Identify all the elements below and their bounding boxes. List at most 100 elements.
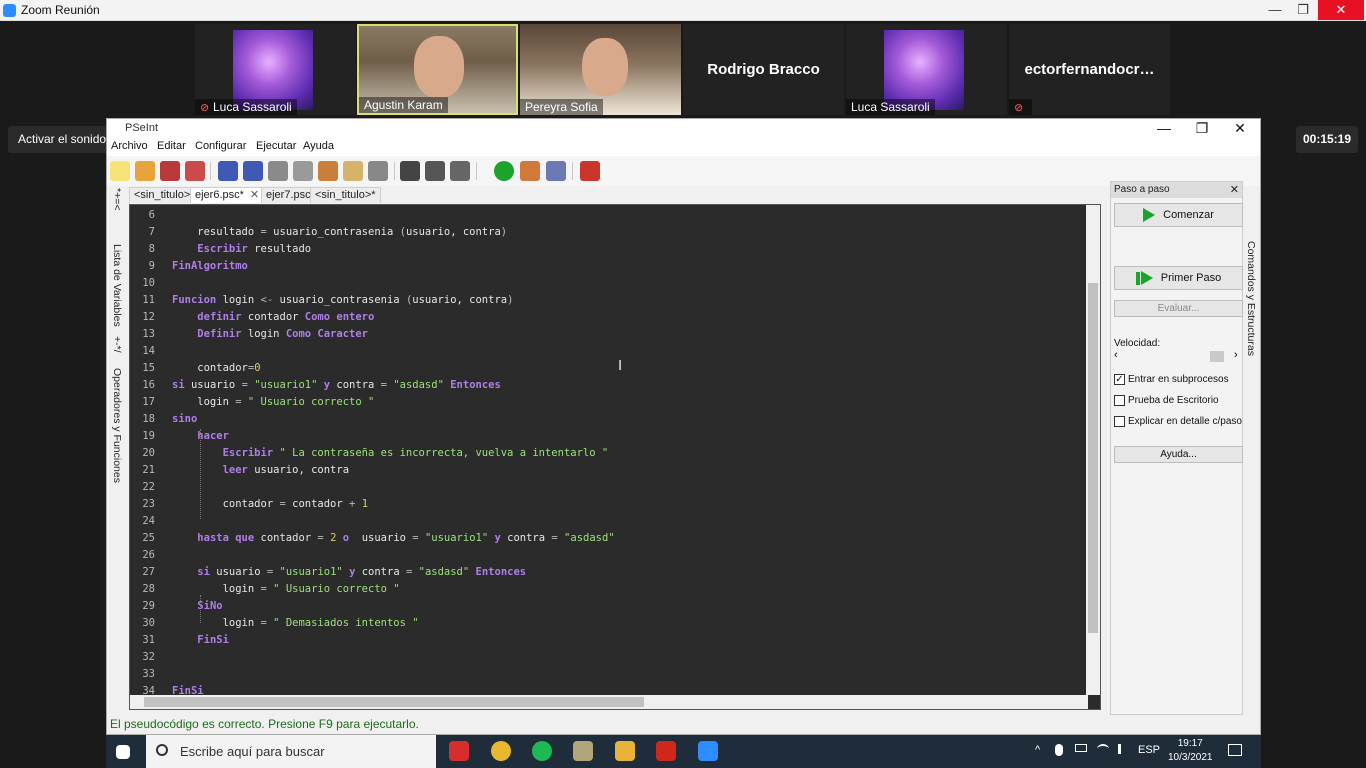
line-number: 24	[142, 515, 155, 527]
search-icon[interactable]	[368, 161, 388, 181]
code-line: FinSi	[197, 634, 229, 646]
participant-tile[interactable]: Rodrigo Bracco	[683, 24, 844, 115]
participant-tile[interactable]: Luca Sassaroli	[846, 24, 1007, 115]
spotify-icon[interactable]	[532, 741, 552, 761]
binoculars-icon[interactable]	[400, 161, 420, 181]
participant-tile[interactable]: ectorfernandocr… ⊘	[1009, 24, 1170, 115]
scroll-thumb[interactable]	[1088, 283, 1098, 633]
microphone-icon[interactable]	[1055, 744, 1063, 756]
menu-archivo[interactable]: Archivo	[111, 140, 148, 152]
checkbox[interactable]	[1114, 395, 1125, 406]
find-next-icon[interactable]	[425, 161, 445, 181]
pseint-taskbar-icon[interactable]	[573, 741, 593, 761]
zoom-maximize-button[interactable]: ❐	[1288, 0, 1318, 20]
taskbar-search[interactable]: Escribe aquí para buscar	[146, 735, 436, 768]
participant-name: Rodrigo Bracco	[707, 61, 820, 78]
checkbox[interactable]: ✓	[1114, 374, 1125, 385]
step-by-step-icon[interactable]	[520, 161, 540, 181]
windows-start-icon[interactable]	[116, 745, 130, 759]
first-step-button[interactable]: Primer Paso	[1114, 266, 1243, 290]
tab-sin-titulo-2[interactable]: <sin_titulo>*	[310, 187, 381, 203]
editor-vertical-scrollbar[interactable]	[1086, 205, 1100, 695]
flowchart-icon[interactable]	[546, 161, 566, 181]
close-icon[interactable]: ✕	[1230, 182, 1239, 198]
menu-configurar[interactable]: Configurar	[195, 140, 246, 152]
open-file-icon[interactable]	[135, 161, 155, 181]
chrome-icon[interactable]	[491, 741, 511, 761]
slider-left-arrow-icon[interactable]: ‹	[1114, 349, 1118, 361]
zoom-close-button[interactable]: ✕	[1318, 0, 1364, 20]
save-icon[interactable]	[160, 161, 180, 181]
help-button[interactable]: Ayuda...	[1114, 446, 1243, 463]
left-side-panel: *+=< Lista de Variables +-*/ Operadores …	[107, 186, 127, 726]
cut-icon[interactable]	[268, 161, 288, 181]
zoom-titlebar: Zoom Reunión — ❐ ✕	[0, 0, 1366, 21]
menu-editar[interactable]: Editar	[157, 140, 186, 152]
close-tab-icon[interactable]: ✕	[250, 189, 259, 201]
participant-tile[interactable]: Pereyra Sofia	[520, 24, 681, 115]
slider-thumb[interactable]	[1210, 351, 1224, 362]
pseint-close-button[interactable]: ✕	[1221, 119, 1259, 138]
notifications-icon[interactable]	[1228, 744, 1242, 756]
paste-icon[interactable]	[318, 161, 338, 181]
file-explorer-icon[interactable]	[615, 741, 635, 761]
volume-icon[interactable]	[1118, 744, 1128, 754]
undo-icon[interactable]	[218, 161, 238, 181]
redo-icon[interactable]	[243, 161, 263, 181]
tab-ejer7[interactable]: ejer7.psc	[261, 187, 316, 203]
participant-name: ⊘ Luca Sassaroli	[195, 99, 297, 115]
option-enter-subprocesses[interactable]: ✓ Entrar en subprocesos	[1114, 374, 1229, 385]
option-desk-check[interactable]: Prueba de Escritorio	[1114, 395, 1219, 406]
acrobat-icon[interactable]	[656, 741, 676, 761]
step-panel-header: Paso a paso ✕	[1111, 182, 1242, 198]
zoom-taskbar-icon[interactable]	[698, 741, 718, 761]
speed-slider[interactable]: ‹ ›	[1114, 349, 1240, 362]
pseint-maximize-button[interactable]: ❐	[1183, 119, 1221, 138]
step-icon	[1135, 271, 1140, 285]
language-indicator[interactable]: ESP	[1138, 744, 1160, 756]
editor-horizontal-scrollbar[interactable]	[130, 695, 1088, 709]
checkbox[interactable]	[1114, 416, 1125, 427]
run-icon[interactable]	[494, 161, 514, 181]
copy-icon[interactable]	[293, 161, 313, 181]
line-number: 23	[142, 498, 155, 510]
tab-sin-titulo-1[interactable]: <sin_titulo>	[129, 187, 196, 203]
search-icon	[156, 744, 168, 756]
line-number: 6	[148, 209, 155, 221]
participant-tile-active-speaker[interactable]: Agustin Karam	[357, 24, 518, 115]
tab-ejer6[interactable]: ejer6.psc* ✕	[190, 187, 265, 203]
help-icon[interactable]	[580, 161, 600, 181]
line-number: 13	[142, 328, 155, 340]
line-number: 16	[142, 379, 155, 391]
menu-ejecutar[interactable]: Ejecutar	[256, 140, 296, 152]
start-button[interactable]: Comenzar	[1114, 203, 1243, 227]
line-number: 29	[142, 600, 155, 612]
slider-right-arrow-icon[interactable]: ›	[1234, 349, 1238, 361]
pseint-minimize-button[interactable]: —	[1145, 119, 1183, 138]
speed-label: Velocidad:	[1114, 338, 1161, 349]
new-file-icon[interactable]	[110, 161, 130, 181]
taskbar-clock[interactable]: 19:17 10/3/2021	[1168, 737, 1213, 765]
line-number: 14	[142, 345, 155, 357]
tab-operadores-y-funciones[interactable]: Operadores y Funciones	[111, 368, 123, 483]
scroll-thumb[interactable]	[144, 697, 644, 707]
zoom-app-icon	[3, 4, 16, 17]
evaluate-button[interactable]: Evaluar...	[1114, 300, 1243, 317]
participant-tile[interactable]: ⊘ Luca Sassaroli	[195, 24, 356, 115]
muted-mic-icon: ⊘	[1014, 102, 1024, 114]
video-feed-person	[414, 36, 464, 98]
tab-comandos-y-estructuras[interactable]: Comandos y Estructuras	[1245, 241, 1257, 356]
tray-chevron-icon[interactable]: ^	[1035, 744, 1040, 756]
menu-ayuda[interactable]: Ayuda	[303, 140, 334, 152]
wifi-icon[interactable]	[1097, 744, 1109, 754]
replace-icon[interactable]	[450, 161, 470, 181]
save-as-icon[interactable]	[185, 161, 205, 181]
app-icon[interactable]	[449, 741, 469, 761]
line-number: 22	[142, 481, 155, 493]
battery-icon[interactable]	[1075, 744, 1087, 752]
option-explain-detail[interactable]: Explicar en detalle c/paso	[1114, 416, 1242, 427]
zoom-minimize-button[interactable]: —	[1260, 0, 1290, 20]
tab-lista-de-variables[interactable]: Lista de Variables	[111, 244, 123, 327]
code-editor[interactable]: 6 7 8 9 10 11 12 13 14 15 16 17 18 19 20…	[129, 204, 1101, 710]
indent-icon[interactable]	[343, 161, 363, 181]
